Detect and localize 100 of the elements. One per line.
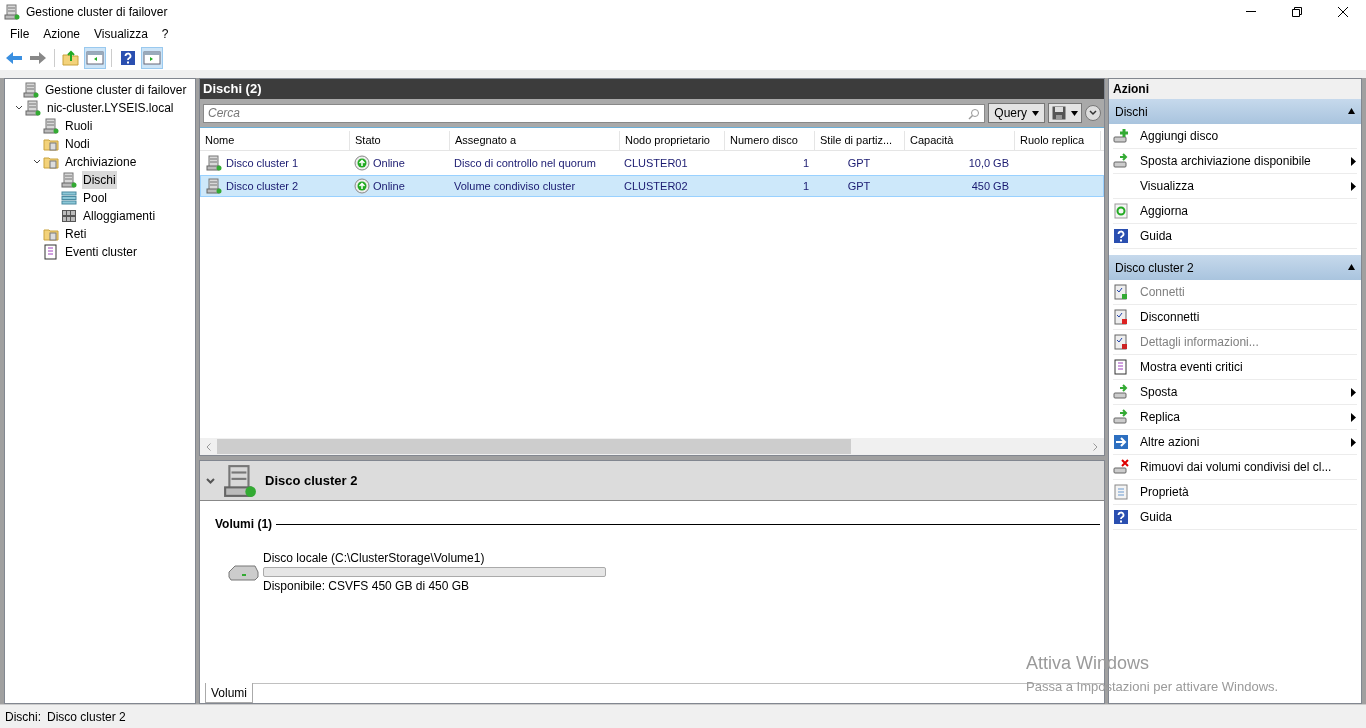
- submenu-arrow-icon: [1350, 437, 1357, 447]
- event-log-icon: [43, 244, 59, 260]
- remove-disk-icon: [1113, 459, 1129, 475]
- tree-item[interactable]: Dischi: [82, 171, 117, 189]
- column-header[interactable]: Nome: [200, 131, 350, 150]
- tree-item[interactable]: Gestione cluster di failover: [44, 81, 188, 99]
- tab[interactable]: Volumi: [205, 683, 254, 703]
- menu-item[interactable]: File: [4, 25, 36, 43]
- menu-item[interactable]: ?: [155, 25, 175, 43]
- properties-icon: [1113, 484, 1129, 500]
- tree-item[interactable]: Nodi: [64, 135, 91, 153]
- action-item[interactable]: Sposta: [1113, 380, 1357, 405]
- table-cell-text: Disco cluster 2: [226, 178, 299, 194]
- column-header[interactable]: Nodo proprietario: [620, 131, 725, 150]
- move-icon: [1113, 384, 1129, 400]
- console-tree-toggle-button[interactable]: [84, 46, 106, 69]
- tree-item[interactable]: Eventi cluster: [64, 243, 139, 261]
- minimize-icon: [1246, 11, 1256, 12]
- section-header[interactable]: Dischi: [1109, 99, 1361, 124]
- online-status-icon: [354, 178, 370, 194]
- table-row[interactable]: Disco cluster 1 Online Disco di controllo nel quorum CLUSTER01 1 GPT 10,0 GB: [200, 152, 1104, 174]
- column-header[interactable]: Capacità: [905, 131, 1015, 150]
- table-cell-text: GPT: [847, 155, 871, 171]
- tree-item[interactable]: nic-cluster.LYSEIS.local: [46, 99, 175, 117]
- action-item[interactable]: Aggiorna: [1113, 199, 1357, 224]
- status-text: Dischi:: [5, 708, 41, 726]
- tree-item[interactable]: Ruoli: [64, 117, 94, 135]
- action-item[interactable]: Replica: [1113, 405, 1357, 430]
- menu-item[interactable]: Visualizza: [88, 25, 154, 43]
- table-cell-text: 1: [802, 178, 809, 194]
- horizontal-scrollbar[interactable]: [200, 438, 1104, 455]
- volume-free-space: Disponibile: CSVFS 450 GB di 450 GB: [263, 578, 471, 595]
- dropdown-arrow-icon: [1032, 108, 1039, 118]
- scrollbar-thumb[interactable]: [217, 439, 851, 454]
- table-cell-text: Disco di controllo nel quorum: [454, 155, 596, 171]
- table-cell-text: 10,0 GB: [968, 155, 1009, 171]
- action-item[interactable]: Guida: [1113, 505, 1357, 530]
- table-cell-text: 1: [802, 155, 809, 171]
- section-heading: Volumi (1): [215, 516, 273, 533]
- section-header[interactable]: Disco cluster 2: [1109, 255, 1361, 280]
- online-status-icon: [354, 155, 370, 171]
- tree-item[interactable]: Alloggiamenti: [82, 207, 157, 225]
- table-cell-text: CLUSTER02: [624, 178, 688, 194]
- action-item[interactable]: Visualizza: [1113, 174, 1357, 199]
- chevron-down-icon[interactable]: [206, 477, 215, 484]
- action-item[interactable]: Rimuovi dai volumi condivisi del cl...: [1113, 455, 1357, 480]
- chevron-down-icon: [1089, 110, 1097, 116]
- table-cell-text: Disco cluster 1: [226, 155, 299, 171]
- save-query-button[interactable]: [1048, 103, 1082, 123]
- table-cell-text: Online: [373, 155, 405, 171]
- dropdown-arrow-icon: [1071, 108, 1078, 118]
- help-icon: [120, 49, 136, 66]
- close-icon: [1338, 6, 1348, 17]
- tree-item[interactable]: Archiviazione: [64, 153, 138, 171]
- search-field[interactable]: Cerca: [203, 103, 986, 123]
- collapse-arrow-icon: [1348, 107, 1355, 116]
- pool-icon: [61, 190, 77, 206]
- restore-icon: [1292, 6, 1302, 17]
- connect-icon: [1113, 284, 1129, 300]
- action-item[interactable]: Mostra eventi critici: [1113, 355, 1357, 380]
- volume-name: Disco locale (C:\ClusterStorage\Volume1): [263, 550, 486, 567]
- tree-item[interactable]: Pool: [82, 189, 109, 207]
- column-header[interactable]: Stato: [350, 131, 450, 150]
- scroll-left-icon: [206, 442, 211, 451]
- submenu-arrow-icon: [1350, 181, 1357, 191]
- tree-item[interactable]: Reti: [64, 225, 88, 243]
- table-cell-text: Online: [373, 178, 405, 194]
- app-icon: [4, 3, 20, 20]
- enclosure-icon: [61, 208, 77, 224]
- column-header[interactable]: Stile di partiz...: [815, 131, 905, 150]
- action-item[interactable]: Guida: [1113, 224, 1357, 249]
- drive-icon: [227, 562, 259, 582]
- action-item[interactable]: Aggiungi disco: [1113, 124, 1357, 149]
- action-item[interactable]: Proprietà: [1113, 480, 1357, 505]
- action-item[interactable]: Sposta archiviazione disponibile: [1113, 149, 1357, 174]
- action-pane-toggle-button[interactable]: [141, 46, 163, 69]
- scroll-right-icon: [1093, 442, 1098, 451]
- event-log-icon: [1113, 359, 1129, 375]
- table-cell-text: GPT: [847, 178, 871, 194]
- details-title: Disco cluster 2: [265, 471, 358, 490]
- column-header[interactable]: Assegnato a: [450, 131, 620, 150]
- help-icon: [1113, 509, 1129, 525]
- expand-button[interactable]: [1085, 105, 1101, 121]
- action-item[interactable]: Disconnetti: [1113, 305, 1357, 330]
- table-row[interactable]: Disco cluster 2 Online Volume condiviso cluster CLUSTER02 1 GPT 450 GB: [200, 175, 1104, 197]
- submenu-arrow-icon: [1350, 156, 1357, 166]
- replica-icon: [1113, 409, 1129, 425]
- save-icon: [1052, 106, 1066, 120]
- expand-chevron-icon[interactable]: [15, 105, 23, 111]
- table-cell-text: Volume condiviso cluster: [454, 178, 576, 194]
- column-header[interactable]: Ruolo replica: [1015, 131, 1101, 150]
- menu-item[interactable]: Azione: [37, 25, 87, 43]
- query-button[interactable]: Query: [988, 103, 1045, 123]
- expand-chevron-icon[interactable]: [33, 159, 41, 165]
- roles-icon: [43, 118, 59, 134]
- move-disk-icon: [1113, 153, 1129, 169]
- column-header[interactable]: Numero disco: [725, 131, 815, 150]
- action-item[interactable]: Altre azioni: [1113, 430, 1357, 455]
- disconnect-icon: [1113, 309, 1129, 325]
- arrow-icon: [1113, 434, 1129, 450]
